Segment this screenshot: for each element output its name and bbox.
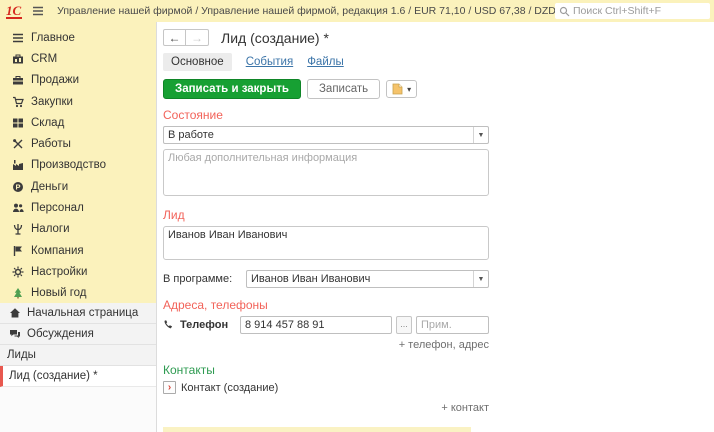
phone-note-input[interactable] (416, 316, 489, 334)
flag-icon (13, 245, 22, 256)
tab-files[interactable]: Файлы (307, 56, 344, 68)
sidebar-item-main[interactable]: Главное (0, 27, 156, 48)
window-title: Управление нашей фирмой / Управление наш… (57, 5, 555, 17)
tab-events[interactable]: События (246, 56, 293, 68)
main-menu-icon[interactable] (32, 5, 44, 17)
sidebar-item-label: Закупки (31, 95, 73, 108)
page-title: Лид (создание) * (221, 29, 329, 46)
sidebar-item-personnel[interactable]: Персонал (0, 197, 156, 218)
search-icon (559, 6, 570, 16)
boxes-icon (13, 118, 23, 128)
briefcase-icon (13, 76, 23, 85)
sidebar-item-label: CRM (31, 52, 58, 65)
chevron-down-icon[interactable]: ▼ (473, 127, 488, 143)
people-icon (13, 203, 24, 213)
sidebar-item-company[interactable]: Компания (0, 240, 156, 261)
cart-icon (13, 96, 24, 107)
forward-button[interactable]: → (186, 29, 209, 46)
scales-icon (13, 224, 23, 235)
sidebar-item-taxes[interactable]: Налоги (0, 219, 156, 240)
sidebar-item-label: Новый год (31, 287, 87, 300)
sidebar-item-label: Склад (31, 116, 65, 129)
chevron-down-icon: ▾ (407, 84, 412, 94)
sidebar-item-settings[interactable]: Настройки (0, 261, 156, 282)
sidebar-item-label: Главное (31, 31, 75, 44)
tab-lead-create[interactable]: Лид (создание) * (0, 366, 156, 387)
discussions-icon (10, 330, 20, 338)
in-program-label: В программе: (163, 273, 233, 285)
svg-text:P: P (15, 182, 20, 191)
home-icon (10, 308, 20, 318)
discussions-label: Обсуждения (27, 328, 94, 340)
tree-icon (14, 288, 22, 299)
phone-icon (164, 320, 173, 329)
gear-icon (12, 266, 24, 278)
sidebar-item-works[interactable]: Работы (0, 133, 156, 154)
sidebar-item-sales[interactable]: Продажи (0, 70, 156, 91)
sidebar-item-label: Компания (31, 244, 84, 257)
search-placeholder: Поиск Ctrl+Shift+F (573, 5, 662, 17)
contact-item-link[interactable]: › Контакт (создание) (163, 381, 714, 394)
menu-icon (13, 33, 23, 42)
sidebar-item-warehouse[interactable]: Склад (0, 112, 156, 133)
factory-icon (13, 160, 23, 171)
additional-info-textarea[interactable] (163, 149, 489, 196)
top-bar: 1С Управление нашей фирмой / Управление … (0, 0, 714, 22)
sections-menu: Главное CRM Продажи Закупки Склад Работы (0, 22, 156, 303)
contacts-section-heading: Контакты (163, 363, 215, 377)
home-page-label: Начальная страница (27, 307, 139, 319)
home-page-item[interactable]: Начальная страница (0, 303, 156, 324)
sidebar-item-crm[interactable]: CRM (0, 48, 156, 69)
back-button[interactable]: ← (163, 29, 186, 46)
create-based-on-button[interactable]: ▾ (386, 80, 418, 98)
left-filler (0, 387, 156, 432)
search-input[interactable]: Поиск Ctrl+Shift+F (555, 3, 710, 19)
contact-field-icon: › (163, 381, 176, 394)
sidebar-item-label: Налоги (31, 223, 70, 236)
sidebar-item-label: Деньги (31, 180, 69, 193)
sidebar-item-money[interactable]: P Деньги (0, 176, 156, 197)
main-area: ← → Лид (создание) * Основное События Фа… (157, 22, 714, 432)
phone-more-button[interactable]: ... (396, 316, 412, 334)
in-program-value: Иванов Иван Иванович (251, 273, 371, 285)
phone-label: Телефон (180, 319, 229, 331)
document-icon (392, 83, 403, 95)
state-value: В работе (168, 129, 214, 141)
lead-name-textarea[interactable]: Иванов Иван Иванович (163, 226, 489, 260)
tools-icon (13, 139, 23, 149)
save-and-close-button[interactable]: Записать и закрыть (163, 79, 301, 99)
1c-logo: 1С (6, 2, 23, 19)
state-section-heading: Состояние (163, 108, 223, 122)
phone-input[interactable] (240, 316, 392, 334)
sidebar-item-label: Персонал (31, 202, 84, 215)
sidebar-item-newyear[interactable]: Новый год (0, 283, 156, 304)
sidebar-item-label: Продажи (31, 74, 80, 87)
sidebar-item-production[interactable]: Производство (0, 155, 156, 176)
add-contact-link[interactable]: + контакт (163, 402, 489, 414)
lead-section-heading: Лид (163, 208, 185, 222)
crm-icon (13, 54, 23, 64)
sidebar-item-purchases[interactable]: Закупки (0, 91, 156, 112)
left-column: Главное CRM Продажи Закупки Склад Работы (0, 22, 157, 432)
in-program-select[interactable]: Иванов Иван Иванович ▼ (246, 270, 489, 288)
coin-icon: P (13, 181, 23, 192)
tab-main[interactable]: Основное (163, 53, 232, 71)
sidebar-item-label: Производство (31, 159, 106, 172)
add-phone-address-link[interactable]: + телефон, адрес (163, 339, 489, 351)
tab-leads[interactable]: Лиды (0, 345, 156, 366)
chevron-down-icon[interactable]: ▼ (473, 271, 488, 287)
save-button[interactable]: Записать (306, 79, 381, 99)
address-section-heading: Адреса, телефоны (163, 298, 268, 312)
result-panel: Результат Перевести в: Покупателя Покупа… (163, 427, 471, 432)
sidebar-item-label: Работы (31, 138, 71, 151)
discussions-item[interactable]: Обсуждения (0, 324, 156, 345)
state-select[interactable]: В работе ▼ (163, 126, 489, 144)
sidebar-item-label: Настройки (31, 265, 88, 278)
contact-item-label: Контакт (создание) (181, 381, 279, 394)
